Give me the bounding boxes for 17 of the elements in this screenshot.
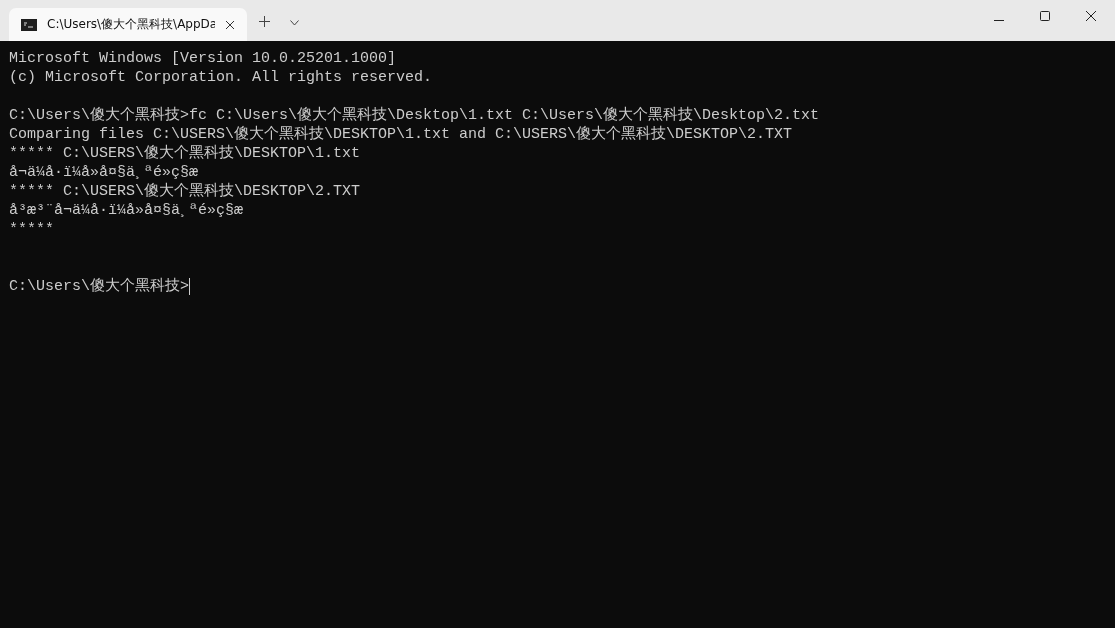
console-line: ***** (9, 220, 55, 239)
terminal-icon (21, 18, 37, 31)
new-tab-icon[interactable] (259, 16, 270, 27)
maximize-icon[interactable] (1040, 11, 1050, 21)
text-cursor (189, 278, 190, 295)
console-line: Microsoft Windows [Version 10.0.25201.1000] (9, 49, 398, 68)
console-line: (c) Microsoft Corporation. All rights reserved. (9, 68, 434, 87)
console-line: ***** C:\USERS\傻大个黑科技\DESKTOP\1.txt (9, 144, 362, 163)
console-line: Comparing files C:\USERS\傻大个黑科技\DESKTOP\1.txt and C:\USERS\傻大个黑科技\DESKTOP\2.TXT (9, 125, 794, 144)
console-line: å¬ä¼å·ï¼å»å¤§ä¸ªé»ç§æ (9, 163, 200, 182)
console-line: å³æ³¨å¬ä¼å·ï¼å»å¤§ä¸ªé»ç§æ (9, 201, 245, 220)
console-line: C:\Users\傻大个黑科技>fc C:\Users\傻大个黑科技\Desktop\1.txt C:\Users\傻大个黑科技\Desktop\2.txt (9, 106, 821, 125)
close-tab-icon[interactable] (225, 19, 235, 30)
command-prompt: C:\Users\傻大个黑科技> (9, 277, 189, 296)
dropdown-icon[interactable] (290, 20, 299, 26)
close-icon[interactable] (1086, 11, 1096, 21)
console-line: ***** C:\USERS\傻大个黑科技\DESKTOP\2.TXT (9, 182, 362, 201)
